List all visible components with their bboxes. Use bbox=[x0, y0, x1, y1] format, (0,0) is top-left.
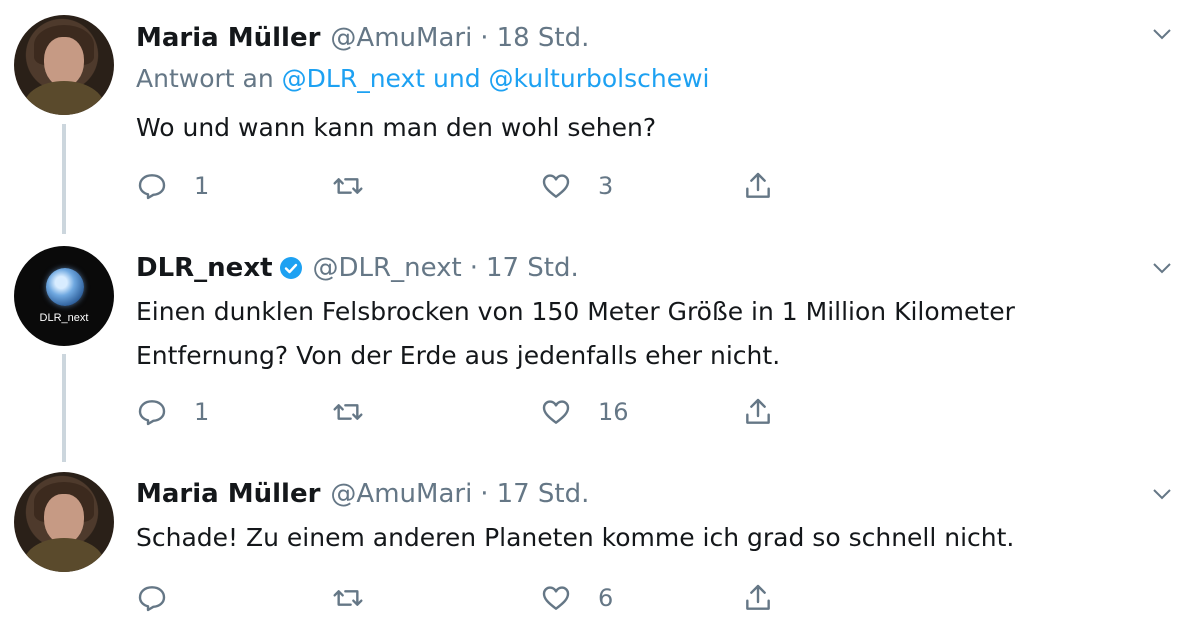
retweet-icon bbox=[333, 178, 363, 194]
verified-badge-icon bbox=[279, 257, 302, 279]
retweet-icon bbox=[333, 590, 363, 606]
retweet-icon bbox=[333, 404, 363, 420]
share-button[interactable] bbox=[742, 392, 774, 432]
retweet-button[interactable] bbox=[332, 166, 390, 206]
user-name[interactable]: DLR_next bbox=[136, 253, 273, 283]
reply-and: und bbox=[433, 64, 481, 93]
reply-icon bbox=[138, 400, 166, 426]
chevron-down-icon[interactable] bbox=[1150, 22, 1174, 46]
timestamp[interactable]: 18 Std. bbox=[497, 23, 590, 53]
like-button[interactable]: 3 bbox=[540, 166, 613, 206]
avatar[interactable] bbox=[14, 472, 114, 572]
user-name[interactable]: Maria Müller bbox=[136, 23, 320, 53]
reply-button[interactable] bbox=[136, 578, 194, 618]
user-name[interactable]: Maria Müller bbox=[136, 479, 320, 509]
reply-icon bbox=[138, 586, 166, 612]
like-count: 3 bbox=[598, 172, 614, 200]
tweet-actions: 1 3 bbox=[136, 166, 796, 206]
avatar-face bbox=[44, 494, 84, 544]
like-button[interactable]: 16 bbox=[540, 392, 629, 432]
avatar-body bbox=[24, 81, 104, 115]
share-icon bbox=[746, 584, 770, 610]
share-icon bbox=[746, 172, 770, 198]
heart-icon bbox=[542, 586, 570, 610]
user-handle[interactable]: @DLR_next bbox=[313, 253, 462, 283]
reply-count: 1 bbox=[194, 398, 210, 426]
share-button[interactable] bbox=[742, 578, 774, 618]
tweet-text-line: Entfernung? Von der Erde aus jedenfalls … bbox=[136, 341, 781, 370]
globe-icon bbox=[46, 268, 84, 306]
tweet-text: Schade! Zu einem anderen Planeten komme … bbox=[136, 523, 1015, 552]
mention-link[interactable]: @DLR_next bbox=[282, 64, 425, 93]
avatar[interactable] bbox=[14, 15, 114, 115]
reply-button[interactable]: 1 bbox=[136, 166, 209, 206]
tweet-text: Wo und wann kann man den wohl sehen? bbox=[136, 113, 657, 142]
tweet-actions: 1 16 bbox=[136, 392, 796, 432]
share-icon bbox=[746, 398, 770, 424]
retweet-button[interactable] bbox=[332, 392, 390, 432]
tweet-header: DLR_next @DLR_next · 17 Std. bbox=[136, 250, 579, 286]
tweet-text: Einen dunklen Felsbrocken von 150 Meter … bbox=[136, 290, 1136, 378]
separator: · bbox=[469, 253, 478, 283]
tweet-actions: 6 bbox=[136, 578, 796, 618]
avatar[interactable]: DLR_next bbox=[14, 246, 114, 346]
like-count: 6 bbox=[598, 584, 614, 612]
reply-context: Antwort an @DLR_next und @kulturbolschew… bbox=[136, 64, 709, 93]
reply-button[interactable]: 1 bbox=[136, 392, 209, 432]
timestamp[interactable]: 17 Std. bbox=[497, 479, 590, 509]
reply-prefix: Antwort an bbox=[136, 64, 274, 93]
retweet-button[interactable] bbox=[332, 578, 390, 618]
tweet-header: Maria Müller @AmuMari · 17 Std. bbox=[136, 476, 589, 512]
avatar-label: DLR_next bbox=[39, 312, 89, 324]
tweet-header: Maria Müller @AmuMari · 18 Std. bbox=[136, 20, 589, 56]
heart-icon bbox=[542, 174, 570, 198]
like-count: 16 bbox=[598, 398, 629, 426]
avatar-face bbox=[44, 37, 84, 87]
reply-icon bbox=[138, 174, 166, 200]
avatar-body bbox=[24, 538, 104, 572]
chevron-down-icon[interactable] bbox=[1150, 256, 1174, 280]
heart-icon bbox=[542, 400, 570, 424]
mention-link[interactable]: @kulturbolschewi bbox=[489, 64, 710, 93]
like-button[interactable]: 6 bbox=[540, 578, 613, 618]
tweet[interactable]: Maria Müller @AmuMari · 18 Std. Antwort … bbox=[0, 0, 1200, 234]
separator: · bbox=[480, 23, 489, 53]
timestamp[interactable]: 17 Std. bbox=[486, 253, 579, 283]
separator: · bbox=[480, 479, 489, 509]
tweet-text-line: Einen dunklen Felsbrocken von 150 Meter … bbox=[136, 297, 1015, 326]
user-handle[interactable]: @AmuMari bbox=[330, 23, 472, 53]
tweet[interactable]: Maria Müller @AmuMari · 17 Std. Schade! … bbox=[0, 462, 1200, 629]
tweet[interactable]: DLR_next DLR_next @DLR_next · 17 Std. Ei… bbox=[0, 234, 1200, 462]
chevron-down-icon[interactable] bbox=[1150, 482, 1174, 506]
reply-count: 1 bbox=[194, 172, 210, 200]
user-handle[interactable]: @AmuMari bbox=[330, 479, 472, 509]
share-button[interactable] bbox=[742, 166, 774, 206]
